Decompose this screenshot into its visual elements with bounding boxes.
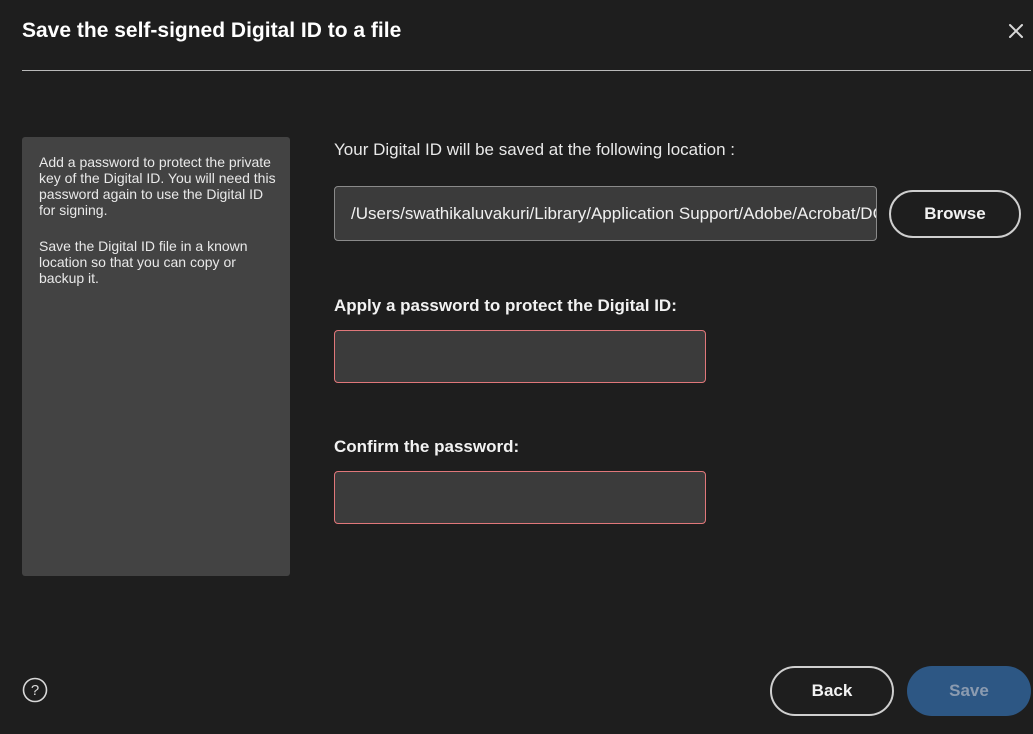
title-divider [22, 70, 1031, 71]
confirm-password-label: Confirm the password: [334, 437, 520, 456]
confirm-password-field[interactable] [334, 471, 706, 524]
help-circle-icon[interactable]: ? [22, 677, 48, 703]
close-icon[interactable] [1003, 16, 1029, 46]
info-text-location: Save the Digital ID file in a known loca… [39, 238, 248, 286]
location-label: Your Digital ID will be saved at the fol… [334, 140, 735, 159]
back-button[interactable]: Back [770, 666, 894, 716]
password-field[interactable] [334, 330, 706, 383]
info-panel: Add a password to protect the private ke… [22, 137, 290, 576]
dialog-title: Save the self-signed Digital ID to a fil… [22, 19, 402, 42]
svg-text:?: ? [31, 682, 39, 699]
info-text-password: Add a password to protect the private ke… [39, 154, 276, 218]
password-label: Apply a password to protect the Digital … [334, 296, 677, 315]
file-path-field[interactable] [334, 186, 877, 241]
save-button[interactable]: Save [907, 666, 1031, 716]
save-digital-id-dialog: Save the self-signed Digital ID to a fil… [0, 0, 1033, 734]
browse-button[interactable]: Browse [889, 190, 1021, 238]
